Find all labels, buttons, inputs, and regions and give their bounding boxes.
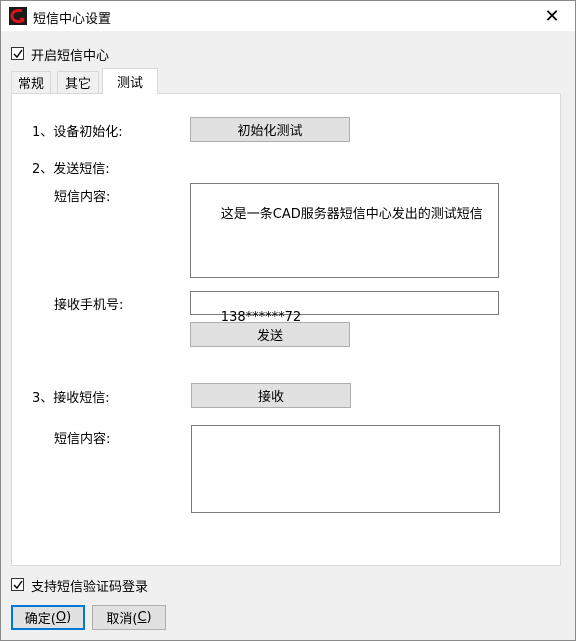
receive-content-label: 短信内容: bbox=[54, 432, 111, 447]
ok-button-accesskey: O bbox=[55, 610, 67, 625]
receive-button[interactable]: 接收 bbox=[191, 383, 351, 408]
phone-label: 接收手机号: bbox=[54, 298, 124, 313]
step3-label: 3、接收短信: bbox=[32, 391, 110, 406]
tab-test[interactable]: 测试 bbox=[102, 68, 158, 94]
receive-content-textarea[interactable] bbox=[191, 425, 500, 513]
tab-test-label: 测试 bbox=[116, 76, 143, 91]
send-content-label: 短信内容: bbox=[54, 190, 111, 205]
tab-general-label: 常规 bbox=[17, 77, 44, 92]
checkmark-icon bbox=[13, 49, 23, 59]
step1-label: 1、设备初始化: bbox=[32, 125, 123, 140]
cancel-button[interactable]: 取消(C) bbox=[92, 605, 166, 630]
app-logo-icon bbox=[9, 7, 27, 25]
cancel-button-accesskey: C bbox=[137, 610, 147, 625]
sms-login-checkbox[interactable] bbox=[11, 578, 24, 591]
ok-button[interactable]: 确定(O) bbox=[11, 605, 85, 630]
step2-label: 2、发送短信: bbox=[32, 162, 110, 177]
close-button[interactable]: ✕ bbox=[529, 1, 575, 31]
close-icon: ✕ bbox=[544, 5, 560, 27]
settings-dialog: 短信中心设置 ✕ 开启短信中心 常规 其它 测试 1、设备初始化: 初始化测试 … bbox=[0, 0, 576, 641]
title-bar: 短信中心设置 ✕ bbox=[1, 1, 575, 32]
send-button[interactable]: 发送 bbox=[190, 322, 350, 347]
cancel-button-label: 取消( bbox=[106, 612, 138, 627]
tab-other-label: 其它 bbox=[64, 77, 91, 92]
tab-general[interactable]: 常规 bbox=[11, 71, 51, 93]
window-title: 短信中心设置 bbox=[33, 12, 112, 27]
cancel-button-suffix: ) bbox=[146, 610, 152, 625]
enable-sms-center-checkbox[interactable] bbox=[11, 47, 24, 60]
receive-button-label: 接收 bbox=[257, 390, 284, 405]
checkmark-icon bbox=[13, 580, 23, 590]
phone-input[interactable]: 138******72 bbox=[190, 291, 499, 325]
send-content-text: 这是一条CAD服务器短信中心发出的测试短信 bbox=[220, 207, 483, 222]
init-test-button[interactable]: 初始化测试 bbox=[190, 117, 350, 142]
send-content-textarea[interactable]: 这是一条CAD服务器短信中心发出的测试短信 bbox=[190, 183, 499, 278]
send-button-label: 发送 bbox=[256, 329, 283, 344]
init-test-button-label: 初始化测试 bbox=[237, 124, 303, 139]
ok-button-label: 确定( bbox=[24, 612, 56, 627]
test-tab-panel: 1、设备初始化: 初始化测试 2、发送短信: 短信内容: 这是一条CAD服务器短… bbox=[11, 93, 561, 566]
enable-sms-center-label[interactable]: 开启短信中心 bbox=[31, 45, 109, 64]
tab-other[interactable]: 其它 bbox=[57, 71, 99, 93]
ok-button-suffix: ) bbox=[66, 610, 72, 625]
sms-login-label[interactable]: 支持短信验证码登录 bbox=[31, 576, 148, 595]
